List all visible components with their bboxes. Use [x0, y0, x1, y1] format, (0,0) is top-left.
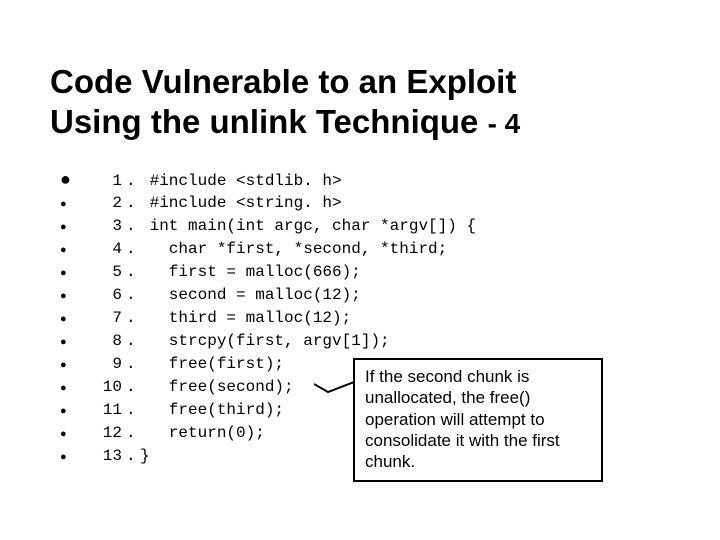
title-line1: Code Vulnerable to an Exploit [50, 63, 516, 100]
callout-text: If the second chunk is unallocated, the … [365, 367, 560, 471]
code-text: third = malloc(12); [140, 307, 351, 329]
line-number: 6 [82, 284, 126, 306]
bullet-icon [60, 168, 82, 190]
line-number: 3 [82, 215, 126, 237]
bullet-icon [60, 285, 82, 307]
line-number-dot: . [126, 376, 140, 398]
line-number-dot: . [126, 170, 140, 192]
line-number: 11 [82, 399, 126, 421]
bullet-icon [60, 216, 82, 238]
code-text: return(0); [140, 422, 265, 444]
code-text: #include <stdlib. h> [140, 170, 342, 192]
line-number-dot: . [126, 261, 140, 283]
line-number-dot: . [126, 330, 140, 352]
code-text: char *first, *second, *third; [140, 238, 447, 260]
bullet-icon [60, 446, 82, 468]
bullet-icon [60, 193, 82, 215]
code-text: } [140, 445, 150, 467]
line-number-dot: . [126, 399, 140, 421]
line-number-dot: . [126, 238, 140, 260]
line-number: 4 [82, 238, 126, 260]
bullet-icon [60, 423, 82, 445]
code-line: 2. #include <string. h> [60, 192, 660, 215]
bullet-icon [60, 262, 82, 284]
line-number: 13 [82, 445, 126, 467]
bullet-icon [60, 308, 82, 330]
code-line: 7. third = malloc(12); [60, 307, 660, 330]
bullet-icon [60, 354, 82, 376]
line-number-dot: . [126, 215, 140, 237]
code-text: first = malloc(666); [140, 261, 361, 283]
bullet-icon [60, 239, 82, 261]
code-text: strcpy(first, argv[1]); [140, 330, 390, 352]
code-line: 4. char *first, *second, *third; [60, 238, 660, 261]
code-line: 3. int main(int argc, char *argv[]) { [60, 215, 660, 238]
line-number-dot: . [126, 192, 140, 214]
code-line: 5. first = malloc(666); [60, 261, 660, 284]
title-line2-main: Using the unlink Technique [50, 103, 478, 140]
slide: Code Vulnerable to an Exploit Using the … [0, 0, 720, 540]
code-line: 8. strcpy(first, argv[1]); [60, 330, 660, 353]
line-number-dot: . [126, 422, 140, 444]
line-number: 2 [82, 192, 126, 214]
slide-title: Code Vulnerable to an Exploit Using the … [50, 62, 670, 141]
code-text: #include <string. h> [140, 192, 342, 214]
line-number: 12 [82, 422, 126, 444]
line-number: 8 [82, 330, 126, 352]
code-text: free(first); [140, 353, 284, 375]
bullet-icon [60, 377, 82, 399]
bullet-icon [60, 400, 82, 422]
code-line: 1. #include <stdlib. h> [60, 168, 660, 192]
line-number-dot: . [126, 353, 140, 375]
callout-box: If the second chunk is unallocated, the … [353, 358, 603, 482]
line-number: 7 [82, 307, 126, 329]
code-text: free(second); [140, 376, 294, 398]
line-number-dot: . [126, 284, 140, 306]
code-text: second = malloc(12); [140, 284, 361, 306]
bullet-icon [60, 331, 82, 353]
line-number-dot: . [126, 307, 140, 329]
line-number: 5 [82, 261, 126, 283]
line-number-dot: . [126, 445, 140, 467]
code-text: int main(int argc, char *argv[]) { [140, 215, 476, 237]
line-number: 1 [82, 170, 126, 192]
line-number: 10 [82, 376, 126, 398]
code-line: 6. second = malloc(12); [60, 284, 660, 307]
line-number: 9 [82, 353, 126, 375]
code-text: free(third); [140, 399, 284, 421]
title-line2-suffix: - 4 [488, 108, 521, 139]
